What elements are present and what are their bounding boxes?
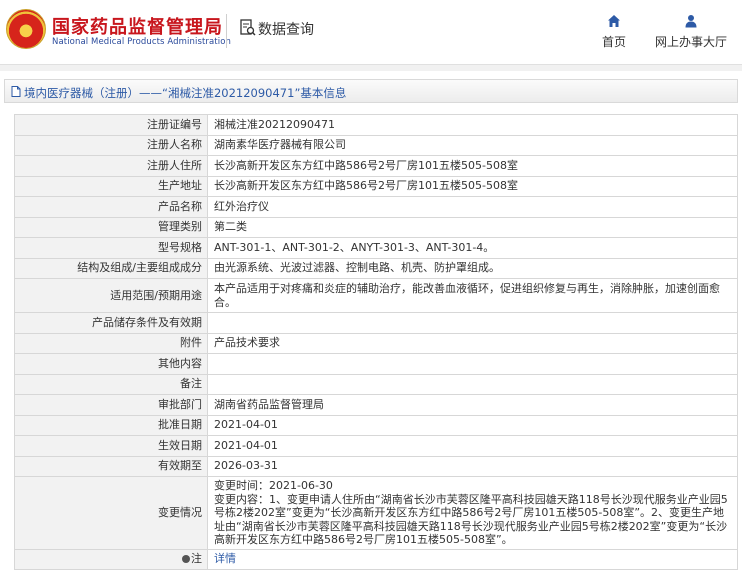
header-divider [226,14,227,48]
table-row: 注册人住所 长沙高新开发区东方红中路586号2号厂房101五楼505-508室 [14,155,738,177]
table-row: 批准日期 2021-04-01 [14,414,738,436]
field-label: 备注 [14,373,208,395]
field-value: 2021-04-01 [207,414,738,436]
site-subtitle: National Medical Products Administration [52,37,231,47]
field-label: 适用范围/预期用途 [14,278,208,313]
field-value: 湖南素华医疗器械有限公司 [207,134,738,156]
field-label: 生效日期 [14,435,208,457]
field-value: 本产品适用于对疼痛和炎症的辅助治疗，能改善血液循环，促进组织修复与再生，消除肿胀… [207,278,738,313]
user-icon [685,15,697,28]
field-value: ANT-301-1、ANT-301-2、ANYT-301-3、ANT-301-4… [207,237,738,259]
field-label: 产品名称 [14,196,208,218]
document-icon [11,86,21,97]
field-value [207,353,738,375]
nav-online-service-hall[interactable]: 网上办事大厅 [648,14,734,50]
field-label: 其他内容 [14,353,208,375]
field-value: 第二类 [207,216,738,238]
search-document-icon [240,19,256,36]
field-value: 长沙高新开发区东方红中路586号2号厂房101五楼505-508室 [207,155,738,177]
table-row: 产品储存条件及有效期 [14,312,738,334]
note-value-cell: 详情 [207,548,738,570]
note-label: 注 [191,552,202,566]
field-label: 有效期至 [14,455,208,477]
table-row: 注册人名称 湖南素华医疗器械有限公司 [14,134,738,156]
table-row: 附件 产品技术要求 [14,332,738,354]
table-row: 管理类别 第二类 [14,216,738,238]
table-row: 适用范围/预期用途 本产品适用于对疼痛和炎症的辅助治疗，能改善血液循环，促进组织修… [14,278,738,313]
field-label: 审批部门 [14,394,208,416]
table-row: 注册证编号 湘械注准20212090471 [14,114,738,136]
field-label: 管理类别 [14,216,208,238]
field-label: 结构及组成/主要组成成分 [14,257,208,279]
field-value [207,312,738,334]
table-row: 其他内容 [14,353,738,375]
field-label: 附件 [14,332,208,354]
breadcrumb: 境内医疗器械（注册）——“湘械注准20212090471”基本信息 [4,79,738,103]
change-time: 变更时间：2021-06-30 [214,479,333,492]
field-value [207,373,738,395]
field-label: 注册证编号 [14,114,208,136]
field-value: 2021-04-01 [207,435,738,457]
change-content: 变更内容：1、变更申请人住所由“湖南省长沙市芙蓉区隆平高科技园雄天路118号长沙… [214,492,728,547]
field-label: 变更情况 [14,476,208,550]
field-label: 批准日期 [14,414,208,436]
field-label: 产品储存条件及有效期 [14,312,208,334]
field-value: 红外治疗仪 [207,196,738,218]
table-row: 审批部门 湖南省药品监督管理局 [14,394,738,416]
field-value: 变更时间：2021-06-30 变更内容：1、变更申请人住所由“湖南省长沙市芙蓉区… [207,476,738,550]
nav-home-label: 首页 [601,35,626,49]
table-row-note: 注详情 [14,548,738,570]
nav-hall-label: 网上办事大厅 [654,35,727,49]
field-label: 型号规格 [14,237,208,259]
field-value: 长沙高新开发区东方红中路586号2号厂房101五楼505-508室 [207,175,738,197]
site-title[interactable]: 国家药品监督管理局 [52,13,223,39]
section-title: 数据查询 [258,22,314,38]
field-value: 湘械注准20212090471 [207,114,738,136]
note-bullet-icon [182,555,190,564]
table-row: 产品名称 红外治疗仪 [14,196,738,218]
table-row: 变更情况 变更时间：2021-06-30 变更内容：1、变更申请人住所由“湖南省长沙… [14,476,738,550]
field-value: 产品技术要求 [207,332,738,354]
field-label: 生产地址 [14,175,208,197]
field-label: 注册人住所 [14,155,208,177]
field-value: 2026-03-31 [207,455,738,477]
nav-home[interactable]: 首页 [596,14,632,50]
table-row: 生产地址 长沙高新开发区东方红中路586号2号厂房101五楼505-508室 [14,175,738,197]
details-link[interactable]: 详情 [214,552,236,565]
field-label: 注册人名称 [14,134,208,156]
table-row: 生效日期 2021-04-01 [14,435,738,457]
table-row: 结构及组成/主要组成成分 由光源系统、光波过滤器、控制电路、机壳、防护罩组成。 [14,257,738,279]
site-header: 国家药品监督管理局 National Medical Products Admi… [0,0,742,64]
table-row: 备注 [14,373,738,395]
record-detail-table: 注册证编号 湘械注准20212090471 注册人名称 湖南素华医疗器械有限公司 注册人… [14,114,738,570]
field-value: 湖南省药品监督管理局 [207,394,738,416]
breadcrumb-text: 境内医疗器械（注册）——“湘械注准20212090471”基本信息 [24,86,347,100]
table-row: 有效期至 2026-03-31 [14,455,738,477]
field-value: 由光源系统、光波过滤器、控制电路、机壳、防护罩组成。 [207,257,738,279]
note-label-cell: 注 [14,548,208,570]
header-separator [0,64,742,71]
table-row: 型号规格 ANT-301-1、ANT-301-2、ANYT-301-3、ANT-3… [14,237,738,259]
home-icon [608,15,620,27]
emblem-logo[interactable] [6,9,46,49]
